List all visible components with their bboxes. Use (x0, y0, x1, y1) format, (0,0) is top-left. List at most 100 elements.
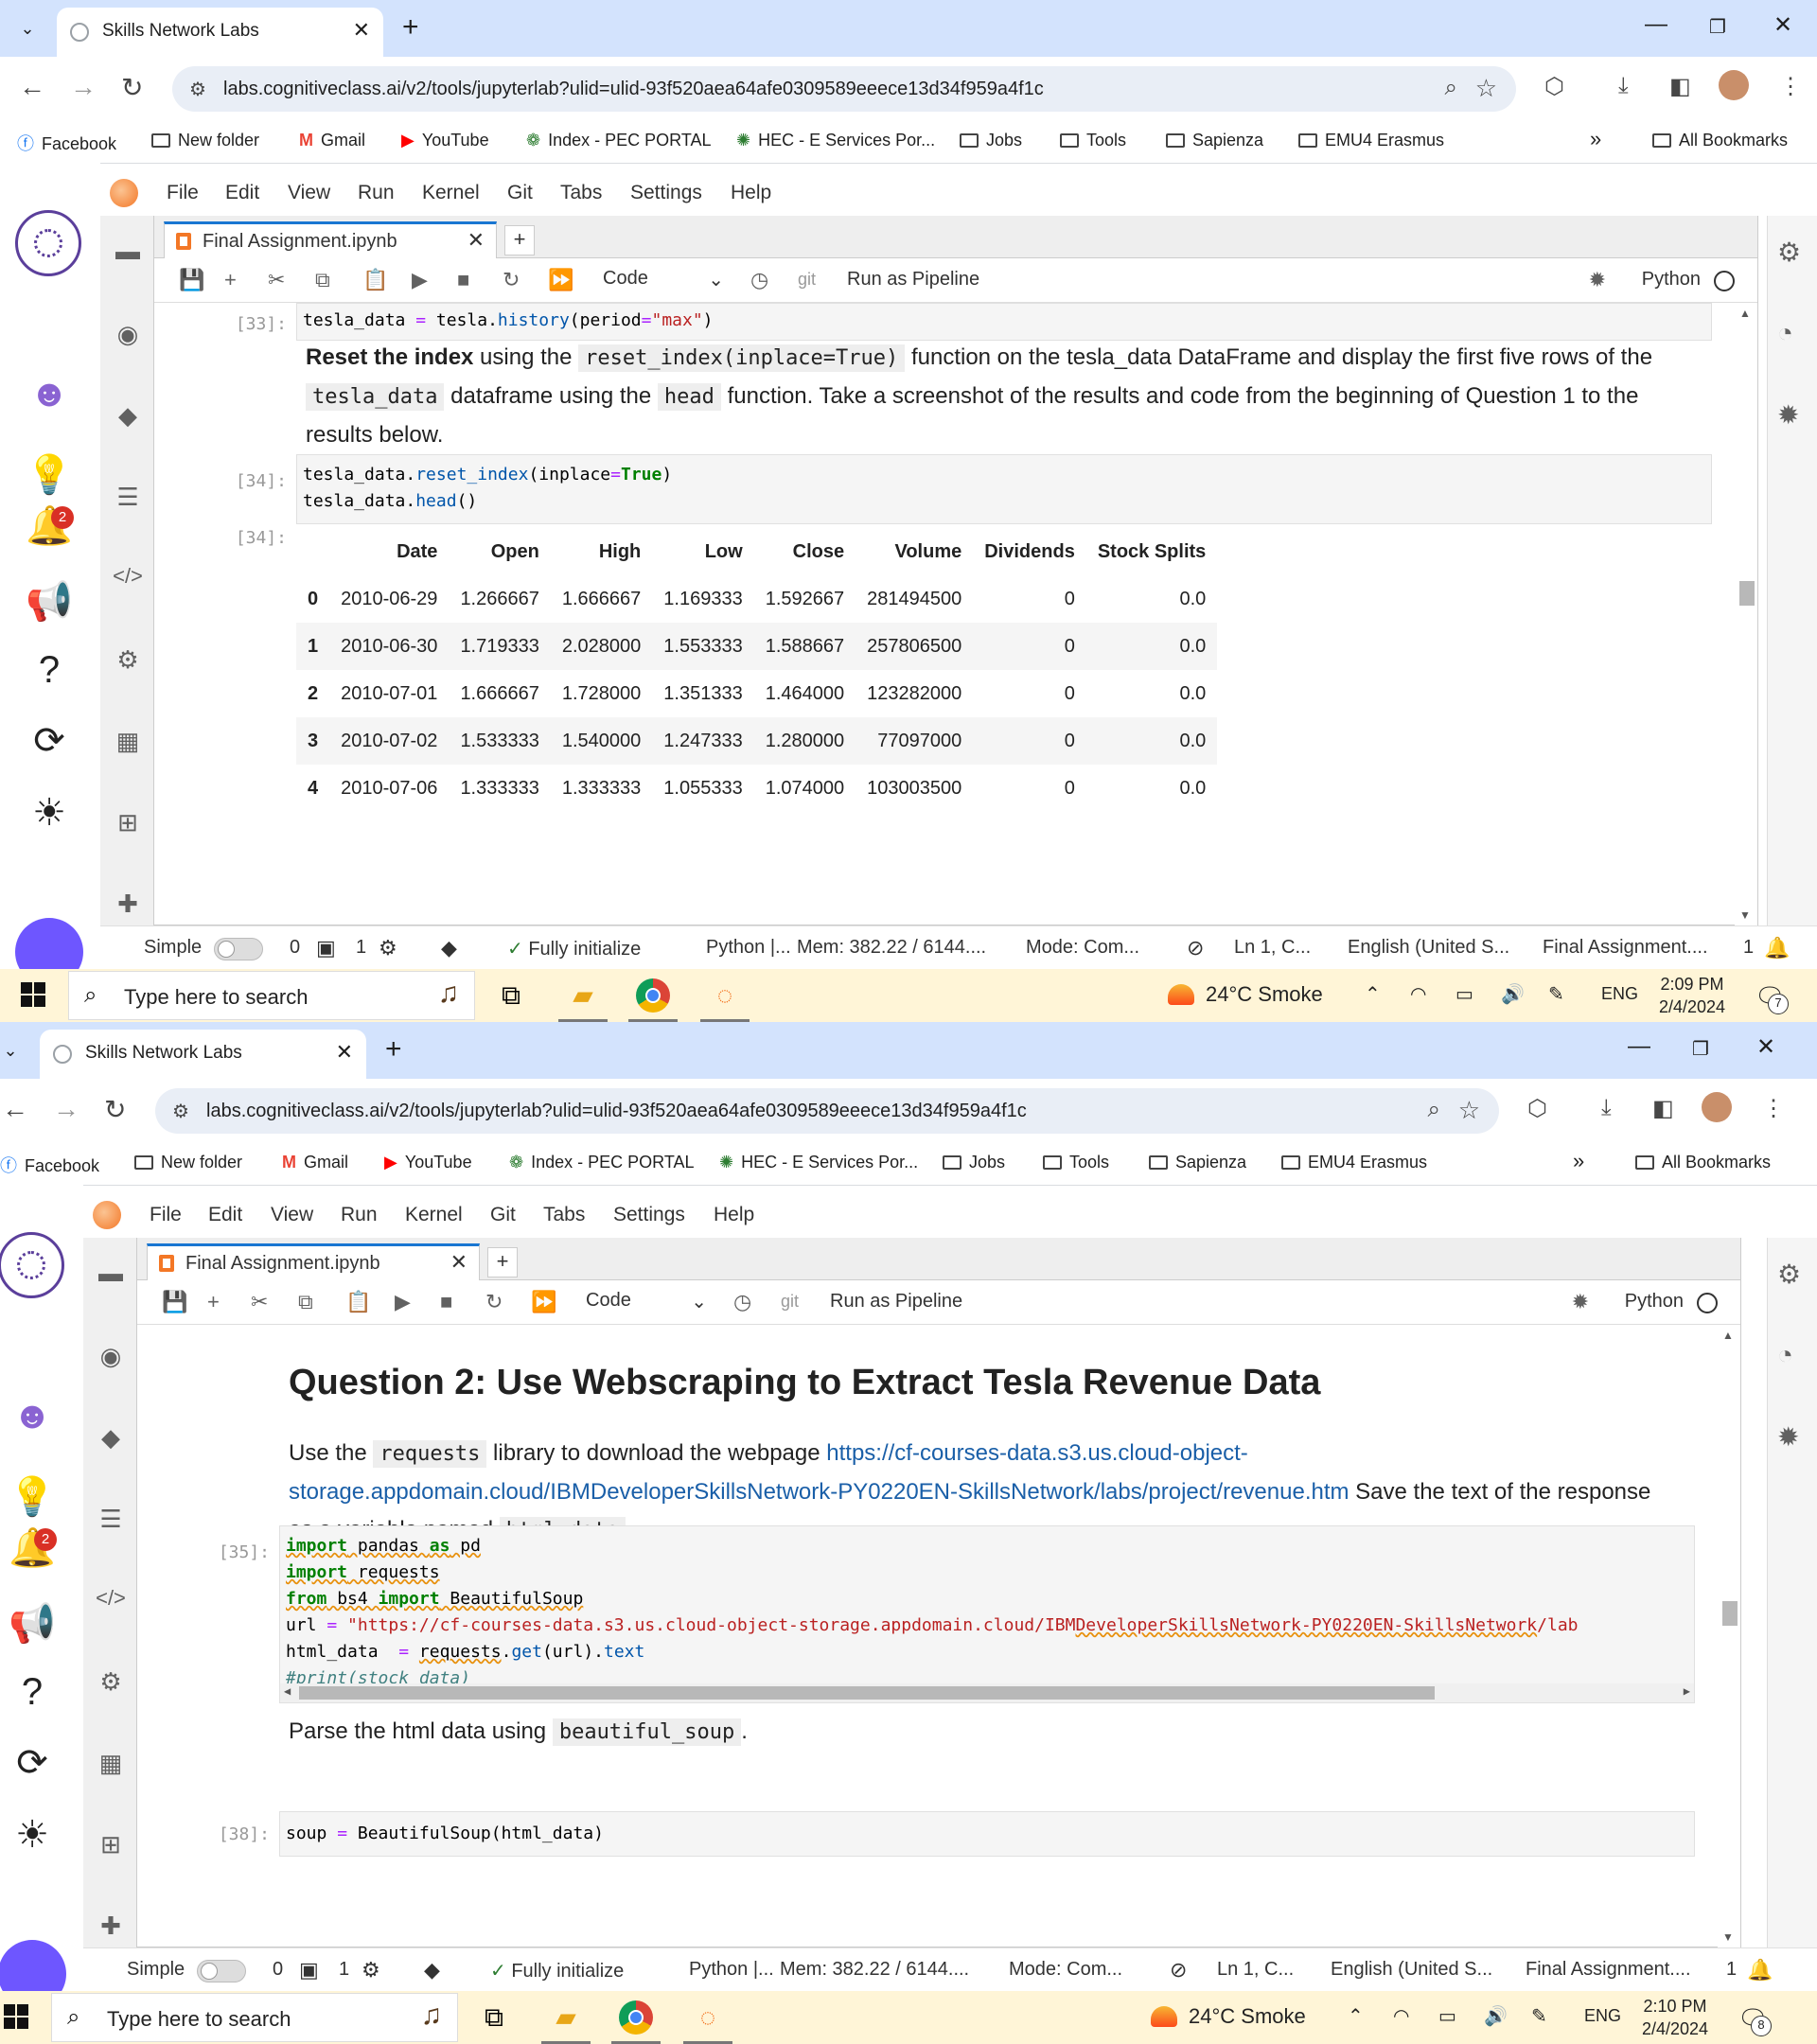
action-center-icon[interactable]: 🗨7 (1755, 982, 1789, 1014)
browser-tab[interactable]: Skills Network Labs ✕ (40, 1030, 366, 1079)
menu-git[interactable]: Git (490, 1204, 516, 1226)
code-cell[interactable]: tesla_data.reset_index(inplace=True) tes… (296, 454, 1712, 524)
download-icon[interactable]: ⤓ (1618, 73, 1629, 99)
forward-icon[interactable]: → (70, 72, 97, 102)
menu-view[interactable]: View (271, 1204, 313, 1226)
taskbar-clock[interactable]: 2:10 PM 2/4/2024 (1635, 1995, 1715, 2040)
menu-run[interactable]: Run (358, 182, 395, 204)
bookmark-sapienza[interactable]: Sapienza (1166, 131, 1263, 150)
brightness-icon[interactable]: ☀ (6, 1813, 59, 1857)
notebook-tab[interactable]: Final Assignment.ipynb ✕ (147, 1243, 480, 1280)
stop-kernel-icon[interactable]: ■ (440, 1290, 452, 1314)
save-icon[interactable]: 💾 (162, 1290, 187, 1314)
settings-user-icon[interactable]: ⚙ (112, 645, 144, 675)
bookmark-new-folder[interactable]: New folder (151, 131, 259, 150)
cell-type-select[interactable]: Code ⌄ (603, 268, 724, 291)
stop-kernel-icon[interactable]: ■ (457, 268, 469, 292)
clock-icon[interactable]: ◷ (750, 268, 768, 292)
volume-icon[interactable]: 🔊 (1501, 982, 1525, 1006)
address-bar[interactable]: ⚙ labs.cognitiveclass.ai/v2/tools/jupyte… (172, 66, 1516, 112)
task-view-icon[interactable]: ⧉ (477, 2000, 511, 2035)
sync-icon[interactable]: ⟳ (23, 719, 76, 763)
file-explorer-icon[interactable]: ▰ (541, 2000, 591, 2044)
input-language[interactable]: ENG (1584, 2006, 1621, 2026)
weather-widget[interactable]: 24°C Smoke (1151, 2004, 1306, 2029)
bookmark-pec[interactable]: ❁ Index - PEC PORTAL (509, 1153, 695, 1172)
address-bar[interactable]: ⚙ labs.cognitiveclass.ai/v2/tools/jupyte… (155, 1088, 1499, 1134)
windows-start-icon[interactable] (4, 2004, 28, 2029)
jupyter-app-icon[interactable]: ◌ (700, 978, 750, 1022)
code-snippets-icon[interactable]: </> (95, 1586, 127, 1611)
close-tab-icon[interactable]: ✕ (336, 1040, 353, 1065)
tab-search-icon[interactable]: ⌄ (0, 1037, 25, 1064)
cell-type-select[interactable]: Code ⌄ (586, 1290, 707, 1313)
language-status[interactable]: English (United S... (1331, 1959, 1492, 1981)
bookmarks-overflow-icon[interactable]: » (1590, 127, 1601, 151)
kernel-name[interactable]: Python (1625, 1291, 1684, 1313)
run-as-pipeline-button[interactable]: Run as Pipeline (847, 269, 979, 291)
menu-icon[interactable]: ⋮ (1762, 1095, 1785, 1122)
menu-help[interactable]: Help (714, 1204, 754, 1226)
bookmark-emu4[interactable]: EMU4 Erasmus (1298, 131, 1444, 150)
forward-icon[interactable]: → (53, 1094, 79, 1124)
megaphone-icon[interactable]: 📢 (23, 579, 76, 624)
close-tab-icon[interactable]: ✕ (353, 18, 370, 43)
init-status[interactable]: ✓ Fully initialize (507, 937, 641, 960)
terminal-icon[interactable]: ▣ (299, 1958, 319, 1982)
insert-cell-icon[interactable]: + (224, 268, 237, 292)
menu-icon[interactable]: ⋮ (1779, 73, 1802, 100)
bookmark-star-icon[interactable]: ☆ (1475, 74, 1497, 103)
action-center-icon[interactable]: 🗨8 (1738, 2004, 1772, 2036)
simple-mode-toggle[interactable] (197, 1960, 246, 1982)
mode-status[interactable]: Mode: Com... (1026, 937, 1139, 959)
tab-search-icon[interactable]: ⌄ (13, 15, 42, 42)
paste-icon[interactable]: 📋 (345, 1290, 371, 1314)
git-icon[interactable]: ◆ (112, 401, 144, 431)
menu-view[interactable]: View (288, 182, 330, 204)
taskbar-clock[interactable]: 2:09 PM 2/4/2024 (1652, 973, 1732, 1018)
chat-assistant-icon[interactable]: ☻ (23, 373, 76, 415)
input-language[interactable]: ENG (1601, 984, 1638, 1004)
side-panel-icon[interactable]: ◧ (1652, 1095, 1674, 1122)
bookmark-gmail[interactable]: M Gmail (282, 1153, 348, 1172)
battery-icon[interactable]: ▭ (1455, 982, 1473, 1006)
tray-expand-icon[interactable]: ⌃ (1365, 982, 1381, 1006)
extension-manager-icon[interactable]: ✚ (95, 1912, 127, 1941)
wifi-icon[interactable]: ◠ (1393, 2004, 1409, 2028)
no-trust-icon[interactable]: ⊘ (1187, 936, 1204, 960)
back-icon[interactable]: ← (2, 1094, 28, 1124)
minimize-icon[interactable]: — (1628, 1033, 1650, 1060)
code-cell[interactable]: soup = BeautifulSoup(html_data) (279, 1811, 1695, 1857)
megaphone-icon[interactable]: 📢 (6, 1601, 59, 1646)
vertical-scrollbar[interactable]: ▲ ▼ (1718, 1325, 1740, 1947)
terminal-icon[interactable]: ▣ (316, 936, 336, 960)
run-cell-icon[interactable]: ▶ (412, 268, 428, 292)
init-status[interactable]: ✓ Fully initialize (490, 1959, 624, 1982)
gauge-icon[interactable]: ◔ (1777, 318, 1793, 348)
notebook-tab[interactable]: Final Assignment.ipynb ✕ (164, 221, 497, 258)
scroll-up-icon[interactable]: ▲ (1739, 307, 1751, 320)
run-all-icon[interactable]: ⏩ (548, 268, 573, 292)
menu-file[interactable]: File (150, 1204, 182, 1226)
table-of-contents-icon[interactable]: ☰ (112, 483, 144, 512)
bookmarks-overflow-icon[interactable]: » (1573, 1149, 1584, 1173)
kernel-status[interactable]: Python |... (689, 1959, 774, 1981)
close-notebook-icon[interactable]: ✕ (467, 228, 485, 253)
scrollbar-thumb[interactable] (1739, 581, 1755, 606)
file-explorer-icon[interactable]: ▰ (558, 978, 608, 1022)
kernel-status[interactable]: Python |... (706, 937, 791, 959)
git-button[interactable]: git (798, 270, 816, 290)
language-status[interactable]: English (United S... (1348, 937, 1509, 959)
restore-icon[interactable]: ❐ (1709, 15, 1726, 39)
code-cell[interactable]: import pandas as pd import requests from… (279, 1525, 1695, 1703)
run-as-pipeline-button[interactable]: Run as Pipeline (830, 1291, 962, 1313)
back-icon[interactable]: ← (19, 72, 45, 102)
paste-icon[interactable]: 📋 (362, 268, 388, 292)
site-info-icon[interactable]: ⚙ (189, 78, 206, 101)
lightbulb-icon[interactable]: 💡 (6, 1474, 59, 1519)
save-icon[interactable]: 💾 (179, 268, 204, 292)
menu-kernel[interactable]: Kernel (422, 182, 480, 204)
all-bookmarks[interactable]: All Bookmarks (1652, 131, 1788, 150)
mode-status[interactable]: Mode: Com... (1009, 1959, 1122, 1981)
scroll-down-icon[interactable]: ▼ (1722, 1930, 1734, 1944)
